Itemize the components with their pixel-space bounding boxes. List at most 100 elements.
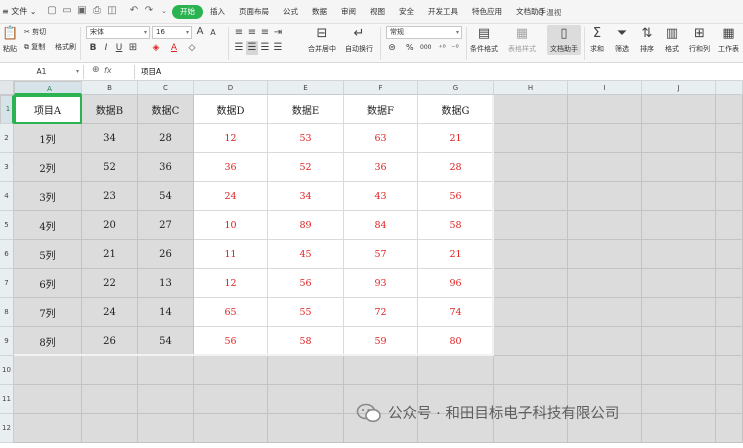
cell[interactable] [642, 124, 716, 153]
table-data-cell[interactable]: 21 [418, 240, 494, 269]
cell[interactable] [418, 356, 494, 385]
tab-review[interactable]: 审阅 [334, 5, 363, 19]
cell[interactable] [494, 95, 568, 124]
cell[interactable] [642, 327, 716, 356]
table-data-cell[interactable]: 84 [344, 211, 418, 240]
table-data-cell[interactable]: 34 [82, 124, 138, 153]
cell[interactable] [716, 240, 743, 269]
cell[interactable] [138, 414, 194, 443]
preview-icon[interactable]: ◫ [106, 5, 118, 17]
cell[interactable] [268, 385, 344, 414]
align-center-icon[interactable]: ☰ [246, 41, 258, 55]
table-data-cell[interactable]: 27 [138, 211, 194, 240]
column-header[interactable]: E [268, 81, 344, 95]
table-data-cell[interactable]: 58 [268, 327, 344, 356]
table-data-cell[interactable]: 22 [82, 269, 138, 298]
table-header-cell[interactable]: 数据G [418, 95, 494, 124]
tab-insert[interactable]: 插入 [203, 5, 232, 19]
font-size-select[interactable]: 16 ▾ [152, 26, 192, 39]
table-style-button[interactable]: ▦ 表格样式 [508, 26, 536, 54]
column-header[interactable] [716, 81, 743, 95]
cell[interactable] [716, 298, 743, 327]
table-data-cell[interactable]: 63 [344, 124, 418, 153]
format-painter-button[interactable]: 格式刷 [55, 42, 76, 52]
table-data-cell[interactable]: 45 [268, 240, 344, 269]
indent-icon[interactable]: ⇥ [272, 26, 284, 40]
cell[interactable] [642, 95, 716, 124]
cell[interactable] [716, 356, 743, 385]
table-data-cell[interactable]: 14 [138, 298, 194, 327]
cut-button[interactable]: ✂ 剪切 [24, 27, 46, 37]
cell[interactable] [716, 211, 743, 240]
print-icon[interactable]: ⎙ [91, 5, 103, 17]
open-icon[interactable]: ▭ [61, 5, 73, 17]
table-data-cell[interactable]: 6列 [14, 269, 82, 298]
row-header[interactable]: 1 [0, 95, 14, 124]
cell[interactable] [568, 124, 642, 153]
new-doc-icon[interactable]: ▢ [46, 5, 58, 17]
table-data-cell[interactable]: 12 [194, 124, 268, 153]
cell[interactable] [494, 240, 568, 269]
cell[interactable] [642, 153, 716, 182]
number-format-select[interactable]: 常规 ▾ [386, 26, 462, 39]
table-data-cell[interactable]: 26 [138, 240, 194, 269]
cell[interactable] [642, 211, 716, 240]
cell[interactable] [82, 356, 138, 385]
thousands-button[interactable]: 000 [420, 44, 431, 51]
cell[interactable] [344, 356, 418, 385]
underline-icon[interactable]: U [114, 41, 124, 55]
table-data-cell[interactable]: 28 [418, 153, 494, 182]
formula-input[interactable]: 项目A [134, 65, 743, 79]
cell[interactable] [716, 182, 743, 211]
tab-view[interactable]: 视图 [363, 5, 392, 19]
font-name-select[interactable]: 宋体 ▾ [86, 26, 150, 39]
table-data-cell[interactable]: 55 [268, 298, 344, 327]
table-data-cell[interactable]: 13 [138, 269, 194, 298]
table-data-cell[interactable]: 26 [82, 327, 138, 356]
file-menu-button[interactable]: ≡ 文件 ⌄ [2, 5, 37, 19]
table-data-cell[interactable]: 4列 [14, 211, 82, 240]
align-top-icon[interactable]: ≡ [233, 26, 245, 40]
border-icon[interactable]: ⊞ [128, 41, 138, 55]
table-data-cell[interactable]: 52 [82, 153, 138, 182]
table-data-cell[interactable]: 56 [268, 269, 344, 298]
cell[interactable] [642, 356, 716, 385]
conditional-format-button[interactable]: ▤ 条件格式 [470, 26, 498, 54]
table-data-cell[interactable]: 20 [82, 211, 138, 240]
row-header[interactable]: 8 [0, 298, 14, 327]
percent-button[interactable]: % [406, 43, 414, 52]
table-data-cell[interactable]: 21 [82, 240, 138, 269]
cell[interactable] [82, 414, 138, 443]
undo-icon[interactable]: ↶ [128, 5, 140, 17]
table-header-cell[interactable]: 数据E [268, 95, 344, 124]
table-data-cell[interactable]: 24 [82, 298, 138, 327]
format-button[interactable]: ▥ 格式 [664, 26, 680, 54]
cell[interactable] [716, 95, 743, 124]
column-header[interactable]: A [14, 81, 82, 95]
column-header[interactable]: C [138, 81, 194, 95]
table-data-cell[interactable]: 36 [344, 153, 418, 182]
search-box[interactable]: Q 温视 [538, 5, 618, 19]
decrease-decimal-icon[interactable]: ⁻⁰ [449, 41, 461, 55]
row-header[interactable]: 3 [0, 153, 14, 182]
redo-icon[interactable]: ↷ [143, 5, 155, 17]
table-data-cell[interactable]: 8列 [14, 327, 82, 356]
row-header[interactable]: 4 [0, 182, 14, 211]
table-header-cell[interactable]: 项目A [14, 95, 82, 124]
cell[interactable] [268, 356, 344, 385]
copy-button[interactable]: ⧉ 复制 [24, 42, 45, 52]
table-data-cell[interactable]: 93 [344, 269, 418, 298]
cell[interactable] [716, 124, 743, 153]
column-header[interactable]: G [418, 81, 494, 95]
tab-home[interactable]: 开始 [172, 5, 203, 19]
sum-button[interactable]: Σ 求和 [589, 26, 605, 54]
justify-icon[interactable]: ☰ [272, 41, 284, 55]
table-data-cell[interactable]: 21 [418, 124, 494, 153]
tab-developer[interactable]: 开发工具 [421, 5, 465, 19]
column-header[interactable]: H [494, 81, 568, 95]
cell[interactable] [642, 298, 716, 327]
save-icon[interactable]: ▣ [76, 5, 88, 17]
paste-button[interactable]: 📋 粘贴 [2, 26, 18, 54]
cell[interactable] [494, 269, 568, 298]
select-all-corner[interactable] [0, 81, 14, 95]
